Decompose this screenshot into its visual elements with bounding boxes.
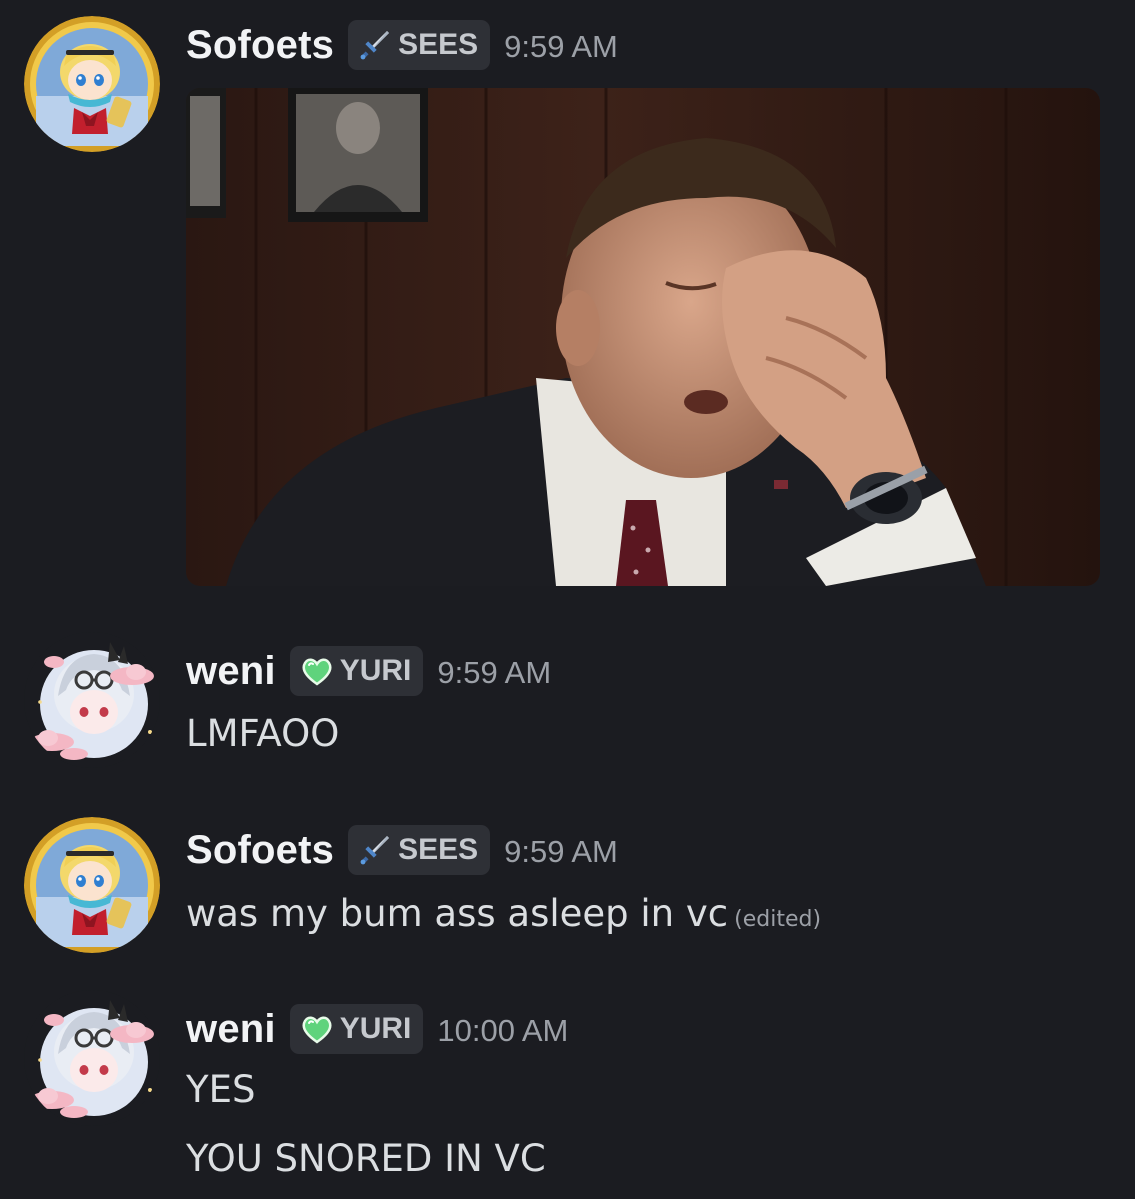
message-text-line: YES bbox=[186, 1068, 256, 1111]
message-header: Sofoets SEES 9:59 AM bbox=[186, 17, 618, 73]
message-header: weni YURI 9:59 AM bbox=[186, 643, 551, 699]
avatar-sofoets[interactable] bbox=[24, 16, 160, 152]
sword-icon bbox=[358, 833, 392, 867]
green-heart-icon bbox=[300, 1012, 334, 1046]
timestamp[interactable]: 10:00 AM bbox=[437, 1013, 568, 1049]
timestamp[interactable]: 9:59 AM bbox=[437, 655, 551, 691]
guild-tag[interactable]: SEES bbox=[348, 825, 491, 875]
message-text-content: was my bum ass asleep in vc bbox=[186, 892, 729, 935]
username[interactable]: Sofoets bbox=[186, 828, 334, 873]
timestamp[interactable]: 9:59 AM bbox=[504, 29, 618, 65]
guild-tag[interactable]: YURI bbox=[289, 1004, 424, 1054]
avatar-sofoets[interactable] bbox=[24, 817, 160, 953]
guild-tag-label: SEES bbox=[398, 833, 479, 866]
guild-tag-label: YURI bbox=[339, 1012, 412, 1045]
guild-tag[interactable]: SEES bbox=[348, 20, 491, 70]
username[interactable]: Sofoets bbox=[186, 23, 334, 68]
username[interactable]: weni bbox=[186, 649, 276, 694]
message-text: was my bum ass asleep in vc (edited) bbox=[186, 892, 821, 935]
guild-tag-label: YURI bbox=[339, 654, 412, 687]
message-text: LMFAOO bbox=[186, 712, 340, 755]
guild-tag-label: SEES bbox=[398, 28, 479, 61]
gif-attachment[interactable] bbox=[186, 88, 1100, 586]
message-header: weni YURI 10:00 AM bbox=[186, 1001, 568, 1057]
edited-label: (edited) bbox=[734, 907, 822, 932]
avatar-weni[interactable] bbox=[24, 632, 160, 768]
message-header: Sofoets SEES 9:59 AM bbox=[186, 822, 618, 878]
green-heart-icon bbox=[300, 654, 334, 688]
avatar-weni[interactable] bbox=[24, 990, 160, 1126]
username[interactable]: weni bbox=[186, 1007, 276, 1052]
sword-icon bbox=[358, 28, 392, 62]
guild-tag[interactable]: YURI bbox=[289, 646, 424, 696]
message-text-line: YOU SNORED IN VC bbox=[186, 1137, 546, 1180]
timestamp[interactable]: 9:59 AM bbox=[504, 834, 618, 870]
